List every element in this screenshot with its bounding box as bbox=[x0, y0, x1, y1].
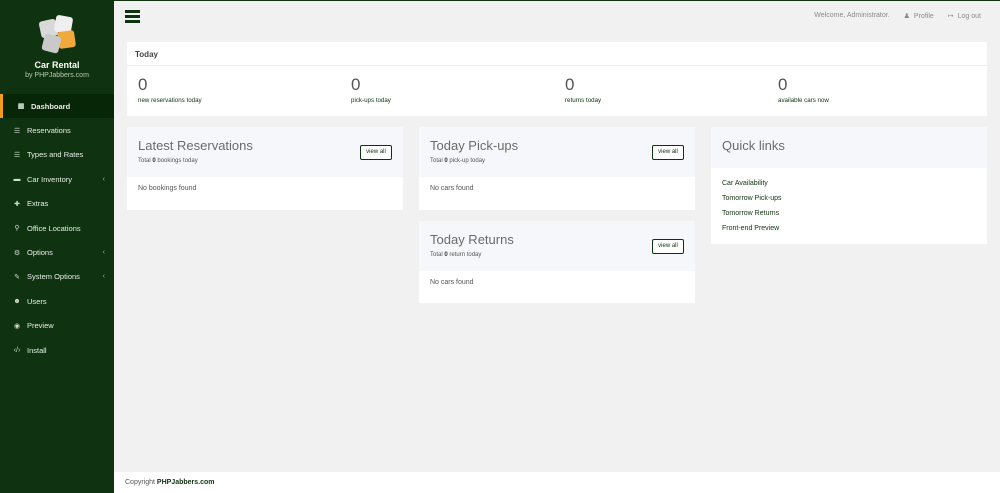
latest-reservations-panel: Latest Reservations Total 0 bookings tod… bbox=[127, 127, 403, 210]
stat-value: 0 bbox=[351, 75, 361, 94]
footer: Copyright PHPJabbers.com bbox=[114, 472, 1000, 493]
today-returns-panel: Today Returns Total 0 return today view … bbox=[419, 221, 695, 303]
sidebar-nav: ▦ Dashboard ☰ Reservations ☰ Types and Rate… bbox=[0, 94, 114, 362]
sidebar-item-label: Office Locations bbox=[27, 223, 81, 233]
brand-title: Car Rental bbox=[34, 60, 80, 70]
sidebar-item-types-and-rates[interactable]: ☰ Types and Rates bbox=[0, 143, 114, 167]
sidebar-item-system-options[interactable]: ✎ System Options ‹ bbox=[0, 265, 114, 289]
stat-label: returns today bbox=[565, 97, 602, 104]
quick-link-car-availability[interactable]: Car Availability bbox=[722, 176, 976, 191]
sidebar-item-label: Reservations bbox=[27, 126, 71, 136]
dashboard-icon: ▦ bbox=[17, 103, 25, 111]
stat-value: 0 bbox=[138, 75, 148, 94]
panel-title: Today Returns bbox=[430, 232, 514, 247]
today-title: Today bbox=[127, 42, 987, 66]
profile-link[interactable]: ♟ Profile bbox=[904, 12, 934, 20]
panel-header: Today Returns Total 0 return today view … bbox=[419, 221, 695, 271]
code-icon: ‹/› bbox=[13, 346, 21, 354]
sidebar-item-label: Extras bbox=[27, 199, 49, 209]
stat-available-cars: 0 available cars now bbox=[778, 76, 829, 104]
empty-message: No cars found bbox=[430, 185, 474, 192]
view-all-button[interactable]: view all bbox=[652, 239, 684, 254]
panel-title: Latest Reservations bbox=[138, 138, 253, 153]
eye-icon: ◉ bbox=[13, 322, 21, 330]
sidebar-item-preview[interactable]: ◉ Preview bbox=[0, 314, 114, 338]
menu-toggle-icon[interactable] bbox=[125, 10, 140, 23]
panel-header: Today Pick-ups Total 0 pick-up today vie… bbox=[419, 127, 695, 177]
wrench-icon: ✎ bbox=[14, 273, 20, 281]
brand-subtitle: by PHPJabbers.com bbox=[25, 72, 89, 79]
logout-label: Log out bbox=[957, 13, 981, 20]
panel-title: Today Pick-ups bbox=[430, 138, 519, 153]
sidebar-item-label: Car Inventory bbox=[27, 174, 73, 184]
sidebar-item-dashboard[interactable]: ▦ Dashboard bbox=[0, 94, 114, 119]
sidebar-item-label: Users bbox=[27, 296, 47, 306]
sidebar-item-car-inventory[interactable]: ▬ Car Inventory ‹ bbox=[0, 167, 114, 191]
today-card: Today 0 new reservations today 0 pick-up… bbox=[127, 42, 987, 116]
today-pickups-panel: Today Pick-ups Total 0 pick-up today vie… bbox=[419, 127, 695, 210]
view-all-button[interactable]: view all bbox=[360, 145, 392, 160]
panel-subtitle: Total 0 pick-up today bbox=[430, 158, 486, 164]
location-icon: ⚲ bbox=[14, 225, 20, 233]
sidebar-item-label: Dashboard bbox=[31, 101, 71, 111]
empty-message: No cars found bbox=[430, 279, 474, 286]
panel-title: Quick links bbox=[722, 138, 785, 153]
users-icon: ☻ bbox=[13, 297, 21, 305]
welcome-text: Welcome, Administrator. bbox=[814, 12, 890, 19]
sidebar-item-reservations[interactable]: ☰ Reservations bbox=[0, 118, 114, 142]
sidebar-item-install[interactable]: ‹/› Install bbox=[0, 338, 114, 362]
quick-link-frontend-preview[interactable]: Front-end Preview bbox=[722, 221, 976, 236]
sidebar: Car Rental by PHPJabbers.com ▦ Dashboard … bbox=[0, 0, 114, 493]
user-menu: Welcome, Administrator. ♟ Profile ↦ Log ou… bbox=[814, 12, 981, 20]
copyright-text: Copyright bbox=[125, 479, 157, 486]
logout-icon: ↦ bbox=[947, 13, 954, 20]
view-all-button[interactable]: view all bbox=[652, 145, 684, 160]
empty-message: No bookings found bbox=[138, 185, 197, 192]
panel-subtitle: Total 0 bookings today bbox=[138, 158, 198, 164]
stat-value: 0 bbox=[778, 75, 788, 94]
topbar: Welcome, Administrator. ♟ Profile ↦ Log ou… bbox=[114, 0, 1000, 34]
quick-link-tomorrow-returns[interactable]: Tomorrow Returns bbox=[722, 206, 976, 221]
chevron-left-icon: ‹ bbox=[102, 249, 105, 257]
stat-label: available cars now bbox=[778, 97, 829, 104]
panel-header: Latest Reservations Total 0 bookings tod… bbox=[127, 127, 403, 177]
puzzle-logo-icon bbox=[34, 14, 80, 54]
sidebar-item-office-locations[interactable]: ⚲ Office Locations bbox=[0, 216, 114, 240]
phpjabbers-link[interactable]: PHPJabbers.com bbox=[157, 479, 215, 486]
plus-icon: ✚ bbox=[14, 200, 20, 208]
list-icon: ☰ bbox=[13, 127, 21, 135]
sidebar-item-label: Options bbox=[27, 248, 53, 258]
quick-link-tomorrow-pickups[interactable]: Tomorrow Pick-ups bbox=[722, 191, 976, 206]
stat-pickups: 0 pick-ups today bbox=[351, 76, 391, 104]
car-icon: ▬ bbox=[13, 175, 21, 183]
quick-links-panel: Quick links Car Availability Tomorrow Pi… bbox=[711, 127, 987, 244]
sidebar-item-options[interactable]: ⚙ Options ‹ bbox=[0, 240, 114, 264]
panel-header: Quick links bbox=[711, 127, 987, 168]
panel-subtitle: Total 0 return today bbox=[430, 252, 482, 258]
sidebar-item-label: Types and Rates bbox=[27, 150, 84, 160]
sidebar-item-label: Install bbox=[27, 345, 47, 355]
user-icon: ♟ bbox=[903, 13, 910, 20]
sidebar-item-label: Preview bbox=[27, 321, 54, 331]
chevron-left-icon: ‹ bbox=[102, 273, 105, 281]
stat-returns: 0 returns today bbox=[565, 76, 601, 104]
chevron-left-icon: ‹ bbox=[102, 175, 105, 183]
stat-value: 0 bbox=[565, 75, 575, 94]
stat-label: pick-ups today bbox=[351, 97, 391, 104]
profile-label: Profile bbox=[913, 13, 934, 20]
stat-label: new reservations today bbox=[138, 97, 202, 104]
stat-new-reservations: 0 new reservations today bbox=[138, 76, 202, 104]
gears-icon: ⚙ bbox=[13, 249, 21, 257]
sidebar-item-extras[interactable]: ✚ Extras bbox=[0, 192, 114, 216]
brand: Car Rental by PHPJabbers.com bbox=[0, 0, 114, 92]
sidebar-item-users[interactable]: ☻ Users bbox=[0, 289, 114, 313]
quick-links-list: Car Availability Tomorrow Pick-ups Tomor… bbox=[711, 168, 987, 244]
logout-link[interactable]: ↦ Log out bbox=[948, 12, 981, 20]
list-icon: ☰ bbox=[13, 151, 21, 159]
sidebar-item-label: System Options bbox=[27, 272, 80, 282]
